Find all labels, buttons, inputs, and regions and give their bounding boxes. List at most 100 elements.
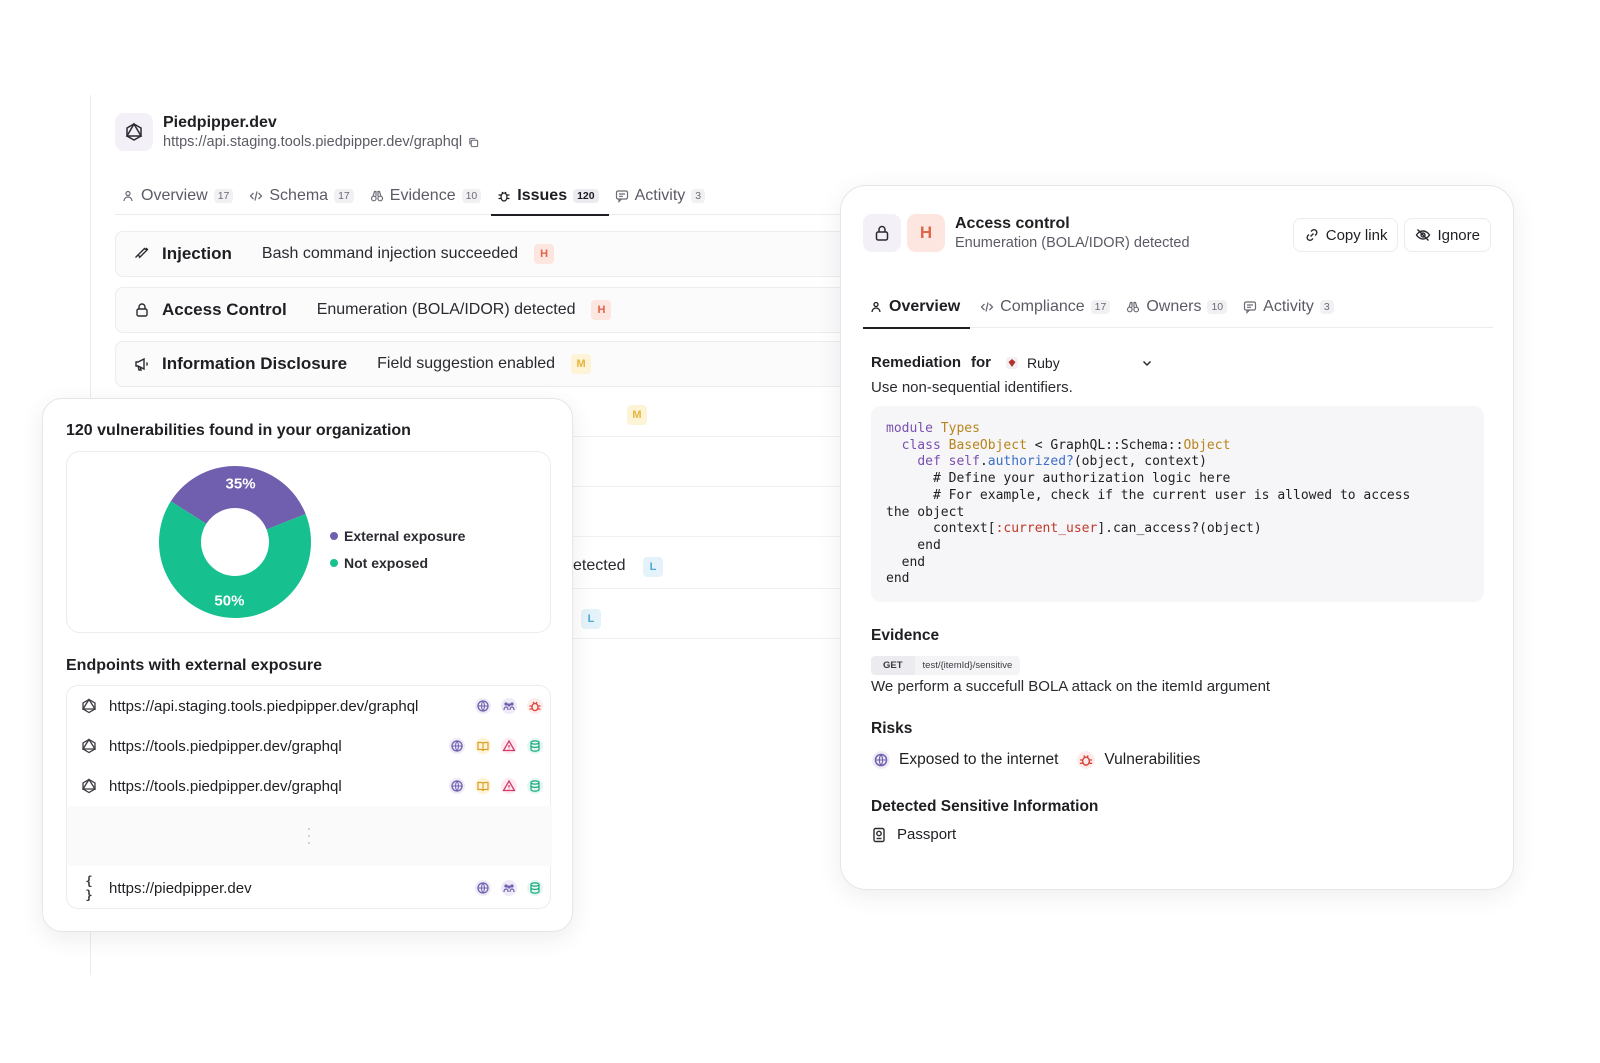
- issue-category: Access Control: [162, 300, 287, 319]
- endpoint-row[interactable]: https://tools.piedpipper.dev/graphql: [67, 766, 552, 806]
- tab-evidence[interactable]: Evidence 10: [364, 177, 492, 215]
- tab-overview[interactable]: Overview 17: [115, 177, 243, 215]
- endpoint-url: https://tools.piedpipper.dev/graphql: [109, 777, 342, 795]
- ignore-button[interactable]: Ignore: [1404, 218, 1491, 252]
- tab-count: 3: [1319, 300, 1334, 314]
- tab-label: Evidence: [389, 187, 456, 204]
- code-line: module Types: [886, 421, 980, 436]
- comment-icon: [1244, 301, 1257, 314]
- lock-icon: [863, 214, 901, 252]
- bug-icon: [1077, 751, 1096, 769]
- app-header: Piedpipper.dev https://api.staging.tools…: [115, 113, 479, 151]
- code-line: class BaseObject < GraphQL::Schema::Obje…: [901, 437, 1231, 453]
- issue-title: Enumeration (BOLA/IDOR) detected: [316, 301, 576, 318]
- tab-activity[interactable]: Activity 3: [609, 177, 716, 215]
- vulnerabilities-title: 120 vulnerabilities found in your organi…: [66, 422, 411, 439]
- evidence-request[interactable]: GET test/{itemId}/sensitive: [871, 656, 1021, 675]
- graphql-icon: [81, 738, 97, 754]
- code-line: context[:current_user].can_access?(objec…: [886, 521, 1262, 537]
- risk-item: Vulnerabilities: [1104, 751, 1201, 768]
- tab-compliance[interactable]: Compliance 17: [974, 286, 1120, 328]
- issue-title: Bash command injection succeeded: [261, 245, 519, 262]
- globe-icon: [475, 698, 491, 714]
- http-method-badge: GET: [871, 656, 915, 675]
- remediation-label: Remediation: [871, 354, 962, 371]
- issue-row[interactable]: Access Control Enumeration (BOLA/IDOR) d…: [115, 287, 875, 333]
- risks-heading: Risks: [871, 720, 913, 737]
- code-icon: [249, 191, 263, 201]
- legend-item: Not exposed: [330, 549, 465, 576]
- comment-icon: [615, 190, 628, 203]
- app-tabs: Overview 17 Schema 17 Evidence 10 Issues…: [115, 177, 875, 216]
- issue-title: Field suggestion enabled: [377, 355, 556, 372]
- legend-swatch: [330, 558, 338, 567]
- sensitive-info-list: Passport: [871, 826, 956, 843]
- tab-label: Overview: [889, 298, 961, 315]
- code-line: def self.authorized?(object, context): [917, 454, 1207, 470]
- severity-badge: M: [627, 405, 647, 425]
- for-label: for: [971, 354, 992, 371]
- donut-data-label: 35%: [226, 475, 256, 492]
- chevron-down-icon: [1142, 360, 1152, 366]
- globe-icon: [872, 751, 890, 769]
- code-line: end: [886, 537, 941, 553]
- code-line: # For example, check if the current user…: [886, 487, 1411, 503]
- legend-swatch: [330, 531, 338, 540]
- users-icon: [123, 190, 133, 202]
- request-path: test/{itemId}/sensitive: [914, 656, 1021, 675]
- tab-activity[interactable]: Activity 3: [1237, 286, 1344, 328]
- book-icon: [475, 738, 491, 754]
- link-icon: [1306, 228, 1318, 242]
- tab-overview[interactable]: Overview: [863, 286, 971, 329]
- issue-category: Injection: [162, 244, 232, 263]
- tab-count: 17: [1090, 300, 1111, 314]
- severity-badge: H: [907, 214, 945, 252]
- endpoint-row[interactable]: https://api.staging.tools.piedpipper.dev…: [67, 686, 552, 726]
- ignore-label: Ignore: [1437, 226, 1480, 244]
- tab-schema[interactable]: Schema 17: [243, 177, 363, 215]
- syringe-icon: [135, 247, 149, 259]
- severity-badge: L: [581, 609, 601, 629]
- more-vertical-icon: [308, 828, 310, 844]
- copy-icon[interactable]: [468, 137, 479, 148]
- issue-row[interactable]: Information Disclosure Field suggestion …: [115, 341, 875, 387]
- eye-off-icon: [1416, 229, 1431, 241]
- detail-category: Access control: [955, 215, 1070, 232]
- globe-icon: [449, 738, 465, 754]
- code-line: # Define your authorization logic here: [886, 471, 1231, 487]
- detail-header: H Access control Enumeration (BOLA/IDOR)…: [863, 214, 1190, 252]
- tab-label: Schema: [269, 187, 329, 204]
- copy-link-button[interactable]: Copy link: [1292, 218, 1399, 252]
- ruby-icon: [1006, 356, 1019, 369]
- globe-icon: [475, 880, 491, 896]
- risks-list: Exposed to the internet Vulnerabilities: [871, 750, 1200, 770]
- legend-label: External exposure: [344, 527, 466, 544]
- lock-icon: [136, 303, 148, 317]
- issue-title: etected: [573, 557, 626, 574]
- tab-count: 10: [1207, 300, 1228, 314]
- database-icon: [527, 880, 543, 896]
- book-icon: [475, 778, 491, 794]
- endpoint-row[interactable]: https://tools.piedpipper.dev/graphql: [67, 726, 552, 766]
- tab-owners[interactable]: Owners 10: [1120, 286, 1237, 328]
- vulnerabilities-card: 120 vulnerabilities found in your organi…: [42, 398, 573, 932]
- users-icon: [501, 698, 517, 714]
- sensitive-info-heading: Detected Sensitive Information: [871, 798, 1099, 815]
- severity-badge: H: [591, 300, 612, 320]
- chart-legend: External exposure Not exposed: [330, 522, 465, 576]
- legend-item: External exposure: [330, 522, 465, 549]
- bug-icon: [527, 698, 543, 714]
- endpoint-row[interactable]: { } https://piedpipper.dev: [67, 868, 552, 908]
- tab-issues[interactable]: Issues 120: [491, 177, 609, 216]
- severity-badge: H: [534, 244, 555, 264]
- severity-badge: L: [643, 557, 663, 577]
- megaphone-icon: [135, 357, 148, 371]
- binoculars-icon: [1127, 301, 1140, 313]
- bug-icon: [498, 191, 510, 202]
- issue-row[interactable]: Injection Bash command injection succeed…: [115, 231, 875, 277]
- tab-label: Overview: [141, 187, 208, 204]
- remediation-text: Use non-sequential identifiers.: [871, 379, 1073, 396]
- language-select[interactable]: Ruby: [1005, 355, 1153, 371]
- list-gap: [67, 806, 552, 866]
- severity-badge: M: [571, 354, 592, 374]
